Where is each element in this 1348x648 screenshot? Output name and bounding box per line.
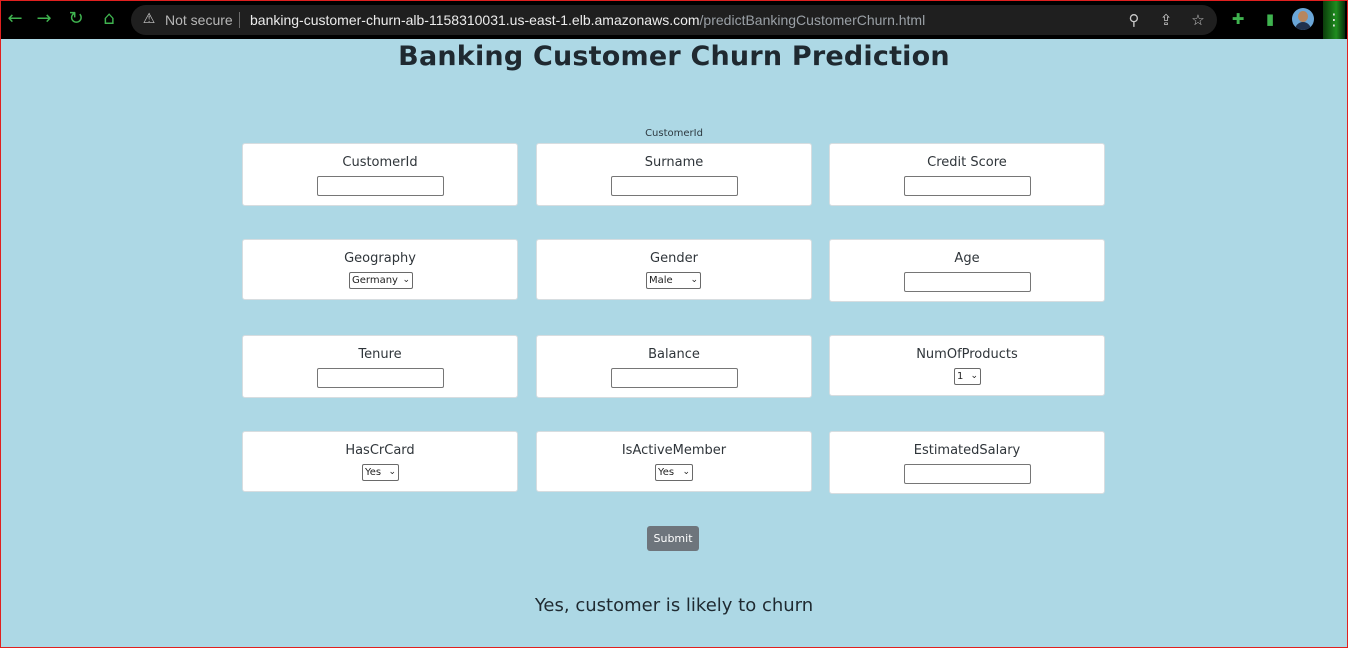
customerid-card: CustomerId xyxy=(242,143,518,206)
zoom-icon[interactable]: ⚲ xyxy=(1124,10,1144,30)
chevron-down-icon: ⌄ xyxy=(388,467,396,477)
geography-card: Geography Germany ⌄ xyxy=(242,239,518,300)
numofproducts-card: NumOfProducts 1 ⌄ xyxy=(829,335,1105,396)
age-label: Age xyxy=(954,251,980,266)
geography-selected-value: Germany xyxy=(352,275,398,286)
surname-card: Surname xyxy=(536,143,812,206)
geography-select[interactable]: Germany ⌄ xyxy=(349,272,413,289)
submit-button[interactable]: Submit xyxy=(647,526,699,551)
credit-score-card: Credit Score xyxy=(829,143,1105,206)
gender-label: Gender xyxy=(650,251,698,266)
gender-select[interactable]: Male ⌄ xyxy=(646,272,701,289)
estimatedsalary-label: EstimatedSalary xyxy=(913,443,1021,458)
url-path: /predictBankingCustomerChurn.html xyxy=(699,12,926,28)
numofproducts-select[interactable]: 1 ⌄ xyxy=(954,368,981,385)
customerid-label: CustomerId xyxy=(342,155,418,170)
age-input[interactable] xyxy=(904,272,1031,292)
isactivemember-label: IsActiveMember xyxy=(621,443,727,458)
numofproducts-label: NumOfProducts xyxy=(916,347,1018,362)
surname-input[interactable] xyxy=(611,176,738,196)
balance-card: Balance xyxy=(536,335,812,398)
hascrcard-select[interactable]: Yes ⌄ xyxy=(362,464,399,481)
chevron-down-icon: ⌄ xyxy=(690,275,698,285)
tenure-input[interactable] xyxy=(317,368,444,388)
warning-icon[interactable]: ⚠ xyxy=(141,11,157,27)
prediction-result: Yes, customer is likely to churn xyxy=(534,595,814,616)
numofproducts-selected-value: 1 xyxy=(957,371,964,382)
extensions-icon[interactable]: ✚ xyxy=(1228,9,1248,29)
gender-selected-value: Male xyxy=(649,275,673,286)
tenure-card: Tenure xyxy=(242,335,518,398)
estimatedsalary-card: EstimatedSalary xyxy=(829,431,1105,494)
page-content: Banking Customer Churn Prediction Custom… xyxy=(1,39,1347,647)
browser-menu-icon[interactable]: ⋮ xyxy=(1323,1,1345,39)
gender-card: Gender Male ⌄ xyxy=(536,239,812,300)
url-text[interactable]: banking-customer-churn-alb-1158310031.us… xyxy=(250,12,925,28)
hascrcard-label: HasCrCard xyxy=(345,443,415,458)
hascrcard-selected-value: Yes xyxy=(365,467,382,478)
avatar-face xyxy=(1298,11,1308,22)
credit-score-input[interactable] xyxy=(904,176,1031,196)
reload-icon[interactable]: ↻ xyxy=(65,8,87,30)
balance-label: Balance xyxy=(648,347,700,362)
avatar-body xyxy=(1295,22,1311,30)
chevron-down-icon: ⌄ xyxy=(682,467,690,477)
estimatedsalary-input[interactable] xyxy=(904,464,1031,484)
tenure-label: Tenure xyxy=(358,347,402,362)
isactivemember-select[interactable]: Yes ⌄ xyxy=(655,464,693,481)
age-card: Age xyxy=(829,239,1105,302)
address-divider xyxy=(239,12,240,28)
geography-label: Geography xyxy=(344,251,416,266)
security-status[interactable]: Not secure xyxy=(165,12,233,28)
field-hint: CustomerId xyxy=(645,128,703,139)
share-icon[interactable]: ⇪ xyxy=(1156,10,1176,30)
surname-label: Surname xyxy=(644,155,704,170)
credit-score-label: Credit Score xyxy=(927,155,1007,170)
balance-input[interactable] xyxy=(611,368,738,388)
hascrcard-card: HasCrCard Yes ⌄ xyxy=(242,431,518,492)
chevron-down-icon: ⌄ xyxy=(970,371,978,381)
back-icon[interactable]: ← xyxy=(4,8,26,30)
url-host: banking-customer-churn-alb-1158310031.us… xyxy=(250,12,700,28)
browser-toolbar: ← → ↻ ⌂ ⚠ Not secure banking-customer-ch… xyxy=(1,1,1347,39)
bookmark-star-icon[interactable]: ☆ xyxy=(1188,10,1208,30)
page-title: Banking Customer Churn Prediction xyxy=(398,41,950,72)
forward-icon[interactable]: → xyxy=(33,8,55,30)
isactivemember-card: IsActiveMember Yes ⌄ xyxy=(536,431,812,492)
profile-avatar[interactable] xyxy=(1292,8,1314,30)
customerid-input[interactable] xyxy=(317,176,444,196)
chevron-down-icon: ⌄ xyxy=(402,275,410,285)
home-icon[interactable]: ⌂ xyxy=(98,8,120,30)
address-bar[interactable]: ⚠ Not secure banking-customer-churn-alb-… xyxy=(131,5,1217,35)
isactivemember-selected-value: Yes xyxy=(658,467,675,478)
side-panel-icon[interactable]: ▮ xyxy=(1260,9,1280,29)
